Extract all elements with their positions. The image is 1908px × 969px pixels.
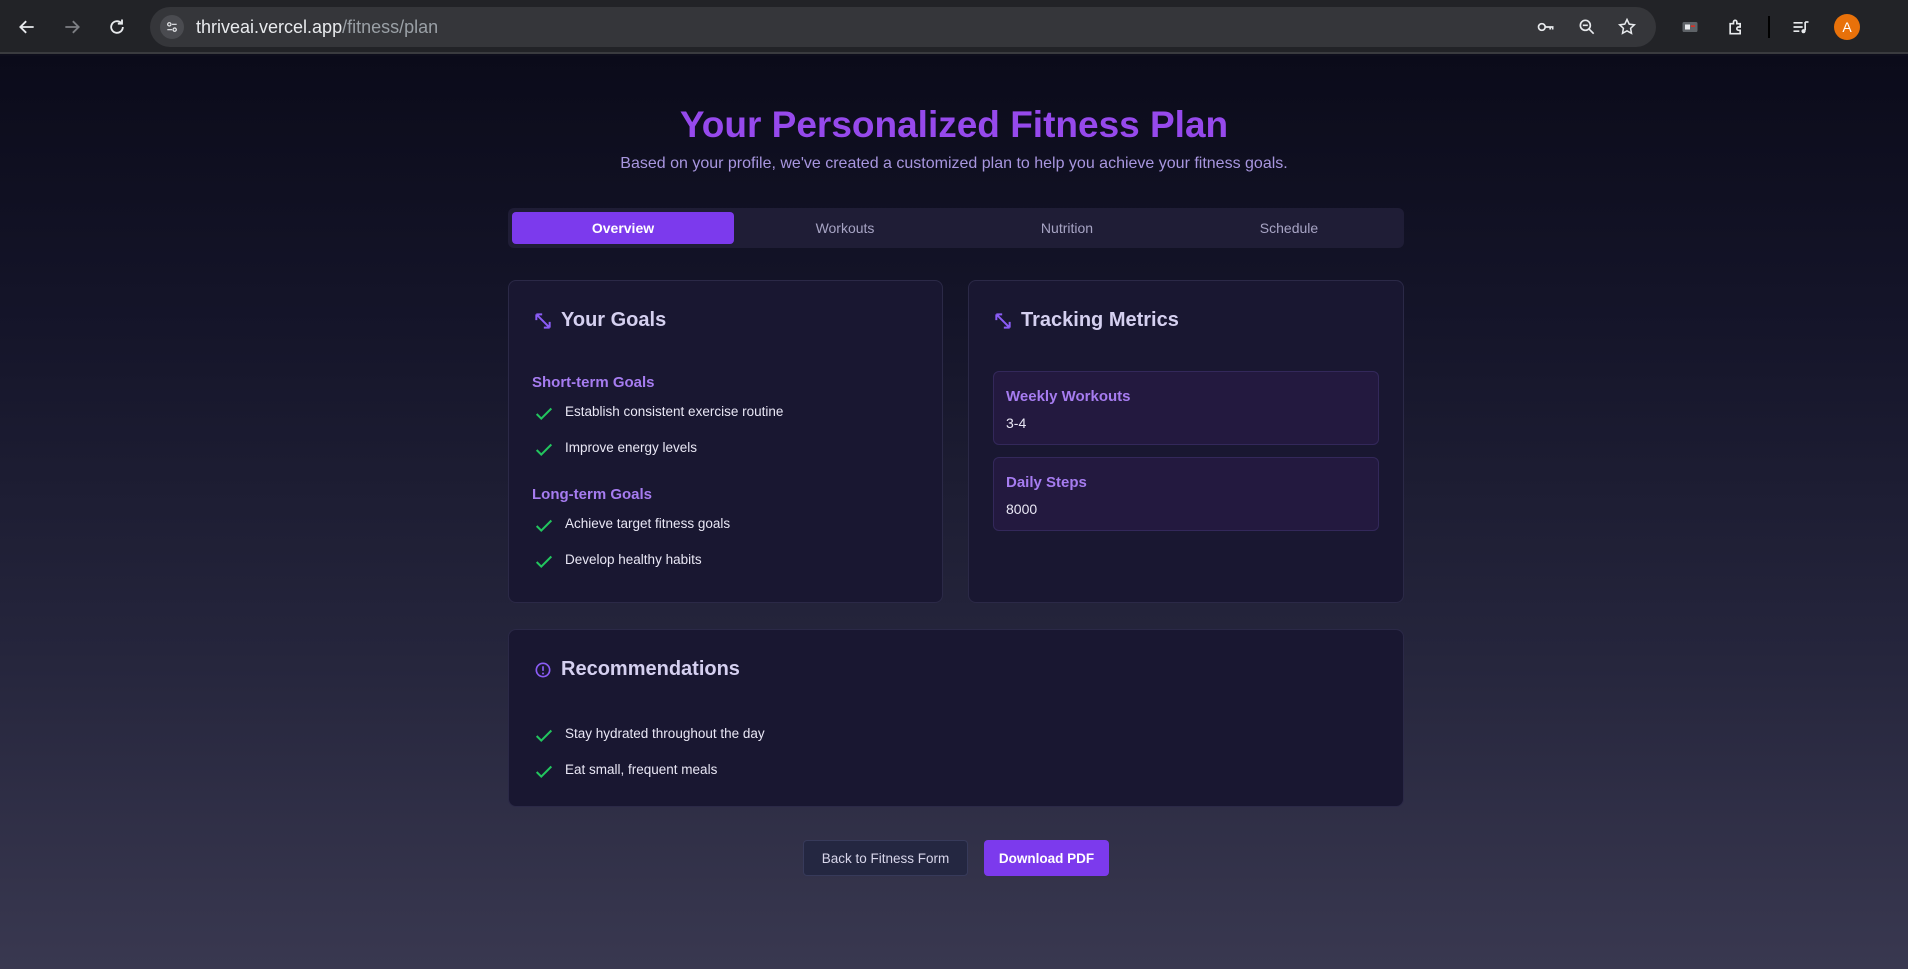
tab-workouts[interactable]: Workouts [734, 212, 956, 244]
expand-arrows-icon [995, 312, 1011, 329]
check-icon [535, 765, 553, 779]
check-icon [535, 519, 553, 533]
recommendations-card-header: Recommendations [533, 658, 740, 681]
browser-toolbar: thriveai.vercel.app/fitness/plan A [0, 0, 1908, 54]
check-icon [535, 407, 553, 421]
recommendation-text: Eat small, frequent meals [565, 761, 718, 777]
alert-circle-icon [535, 662, 551, 677]
recommendations-card: Recommendations Stay hydrated throughout… [508, 629, 1404, 807]
extension-card-icon[interactable] [1677, 14, 1703, 40]
goal-text: Develop healthy habits [565, 551, 702, 567]
fitness-plan-page: Your Personalized Fitness Plan Based on … [0, 56, 1908, 969]
back-arrow-icon[interactable] [10, 10, 44, 44]
bookmark-star-icon[interactable] [1615, 15, 1639, 39]
check-icon [535, 729, 553, 743]
reload-icon[interactable] [100, 10, 134, 44]
long-term-goals-heading: Long-term Goals [532, 486, 653, 503]
goal-text: Establish consistent exercise routine [565, 403, 784, 419]
list-item: Eat small, frequent meals [533, 755, 717, 783]
tab-nutrition[interactable]: Nutrition [956, 212, 1178, 244]
goals-card-title: Your Goals [561, 309, 667, 331]
list-item: Achieve target fitness goals [533, 509, 730, 537]
metric-weekly-workouts: Weekly Workouts 3-4 [993, 371, 1379, 445]
goal-text: Achieve target fitness goals [565, 515, 731, 531]
password-key-icon[interactable] [1534, 15, 1558, 39]
tab-schedule[interactable]: Schedule [1178, 212, 1400, 244]
metrics-card-header: Tracking Metrics [993, 309, 1179, 332]
list-item: Stay hydrated throughout the day [533, 719, 765, 747]
goals-card-header: Your Goals [533, 309, 666, 332]
url-host: thriveai.vercel.app [196, 17, 343, 37]
list-item: Improve energy levels [533, 433, 697, 461]
metric-value: 8000 [1006, 501, 1038, 517]
plan-tabs: Overview Workouts Nutrition Schedule [508, 208, 1404, 248]
page-title: Your Personalized Fitness Plan [679, 104, 1229, 145]
short-term-goals-heading: Short-term Goals [532, 374, 655, 391]
check-icon [535, 443, 553, 457]
site-info-icon[interactable] [160, 15, 184, 39]
check-icon [535, 555, 553, 569]
metric-label: Daily Steps [1006, 474, 1087, 491]
expand-arrows-icon [535, 312, 551, 329]
forward-arrow-icon[interactable] [55, 10, 89, 44]
url-path: /fitness/plan [342, 17, 439, 37]
profile-avatar[interactable]: A [1834, 14, 1860, 40]
recommendation-text: Stay hydrated throughout the day [565, 725, 765, 741]
tracking-metrics-card: Tracking Metrics Weekly Workouts 3-4 Dai… [968, 280, 1404, 603]
download-pdf-button[interactable]: Download PDF [984, 840, 1109, 876]
metric-daily-steps: Daily Steps 8000 [993, 457, 1379, 531]
goal-text: Improve energy levels [565, 439, 698, 455]
metric-label: Weekly Workouts [1006, 388, 1131, 405]
metrics-card-title: Tracking Metrics [1021, 309, 1179, 331]
zoom-icon[interactable] [1575, 15, 1599, 39]
toolbar-divider [1768, 16, 1770, 38]
address-bar[interactable]: thriveai.vercel.app/fitness/plan [150, 7, 1656, 47]
tab-overview[interactable]: Overview [512, 212, 734, 244]
page-subtitle: Based on your profile, we've created a c… [620, 155, 1288, 172]
list-item: Develop healthy habits [533, 545, 702, 573]
url-text: thriveai.vercel.app/fitness/plan [196, 17, 438, 38]
goals-card: Your Goals Short-term Goals Establish co… [508, 280, 943, 603]
recommendations-card-title: Recommendations [561, 658, 740, 680]
back-to-fitness-form-button[interactable]: Back to Fitness Form [803, 840, 968, 876]
media-control-icon[interactable] [1788, 14, 1814, 40]
extensions-puzzle-icon[interactable] [1723, 14, 1749, 40]
list-item: Establish consistent exercise routine [533, 397, 783, 425]
metric-value: 3-4 [1006, 415, 1027, 431]
